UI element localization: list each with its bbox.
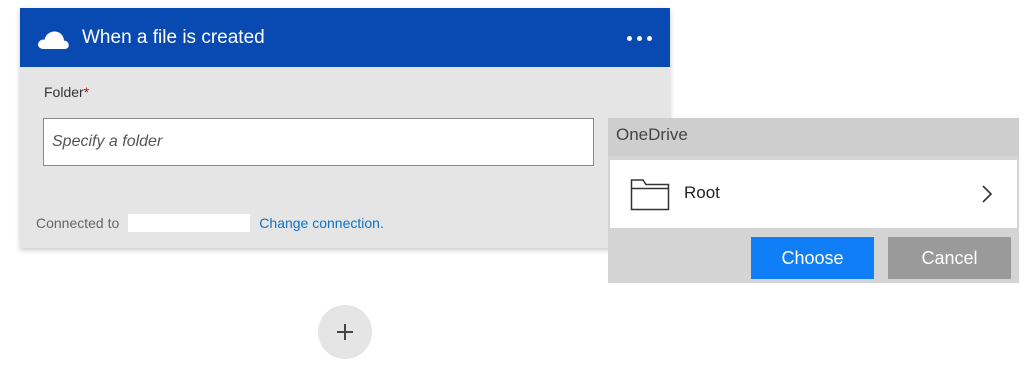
required-mark: *: [83, 84, 90, 100]
picker-title: OneDrive: [616, 125, 688, 144]
card-header[interactable]: When a file is created: [20, 8, 670, 67]
card-title: When a file is created: [82, 27, 265, 48]
folder-item-root[interactable]: Root: [610, 160, 1017, 228]
connection-row: Connected to Change connection.: [36, 214, 384, 232]
picker-header: OneDrive: [608, 118, 1019, 156]
folder-icon: [630, 179, 670, 211]
folder-input[interactable]: [43, 118, 594, 166]
folder-picker: OneDrive Root Choose Cancel: [608, 118, 1019, 283]
folder-item-label: Root: [684, 183, 720, 202]
cloud-icon: [38, 31, 69, 49]
add-step-button[interactable]: [318, 305, 372, 359]
folder-label-text: Folder: [44, 84, 84, 100]
more-dot: [646, 35, 652, 41]
chevron-right-icon[interactable]: [981, 184, 993, 204]
choose-button[interactable]: Choose: [751, 237, 874, 279]
connection-name: [128, 214, 251, 232]
cancel-button[interactable]: Cancel: [888, 237, 1011, 279]
change-connection-link[interactable]: Change connection.: [259, 214, 384, 232]
trigger-card: When a file is created Folder* Connected…: [20, 8, 670, 248]
more-dot: [626, 35, 632, 41]
connected-to-label: Connected to: [36, 215, 120, 231]
more-dot: [636, 35, 642, 41]
folder-label: Folder*: [44, 83, 89, 101]
plus-icon: [337, 324, 353, 340]
more-options-icon[interactable]: [618, 26, 660, 50]
